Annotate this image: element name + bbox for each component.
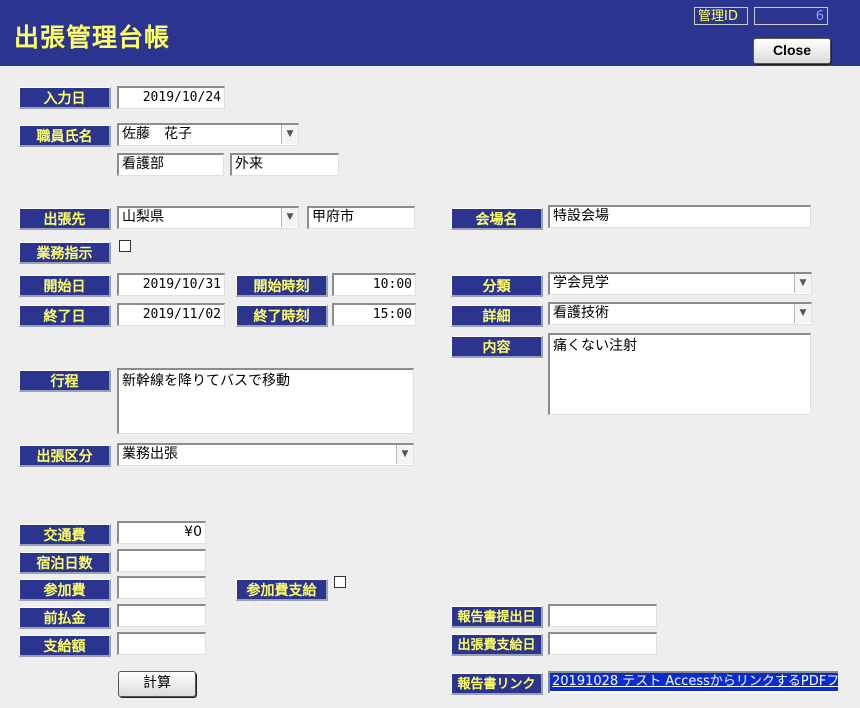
venue-field[interactable]: 特設会場 [548,205,811,228]
report-date-field[interactable] [548,604,657,627]
staff-name-label: 職員氏名 [19,125,111,147]
advance-field[interactable] [117,604,206,627]
nights-label: 宿泊日数 [19,552,111,574]
expense-date-label: 出張費支給日 [451,634,543,656]
end-date-field[interactable]: 2019/11/02 [117,303,225,326]
start-time-field[interactable]: 10:00 [332,273,416,296]
input-date-label: 入力日 [19,87,111,109]
page-title: 出張管理台帳 [14,23,171,52]
detail-label: 詳細 [451,305,543,327]
participation-fee-label: 参加費 [19,579,111,601]
report-link[interactable]: 20191028 テスト AccessからリンクするPDFフ [550,673,838,691]
start-date-field[interactable]: 2019/10/31 [117,273,225,296]
content-textarea[interactable]: 痛くない注射 [548,333,811,415]
transport-cost-field[interactable]: ¥0 [117,521,206,544]
management-id-field[interactable]: 6 [754,7,828,25]
end-time-field[interactable]: 15:00 [332,303,416,326]
work-order-checkbox[interactable] [119,240,131,252]
itinerary-label: 行程 [19,370,111,392]
advance-label: 前払金 [19,607,111,629]
destination-label: 出張先 [19,208,111,230]
fee-paid-label: 参加費支給 [236,579,328,601]
venue-label: 会場名 [451,208,543,230]
calculate-button[interactable]: 計算 [118,671,196,697]
staff-name-dropdown[interactable]: 佐藤 花子 ▼ [117,123,299,146]
chevron-down-icon[interactable]: ▼ [794,304,811,323]
report-link-label: 報告書リンク [451,673,543,695]
trip-type-label: 出張区分 [19,445,111,467]
prefecture-value: 山梨県 [122,209,164,225]
trip-type-value: 業務出張 [122,446,178,462]
prefecture-dropdown[interactable]: 山梨県 ▼ [117,206,299,229]
content-label: 内容 [451,336,543,358]
city-field[interactable]: 甲府市 [307,206,415,229]
nights-field[interactable] [117,549,206,572]
category-value: 学会見学 [553,275,609,291]
trip-type-dropdown[interactable]: 業務出張 ▼ [117,443,414,466]
detail-value: 看護技術 [553,305,609,321]
end-time-label: 終了時刻 [236,305,328,327]
chevron-down-icon[interactable]: ▼ [396,445,413,464]
management-id-label: 管理ID [694,7,748,25]
itinerary-textarea[interactable]: 新幹線を降りてバスで移動 [117,368,414,434]
participation-fee-field[interactable] [117,576,206,599]
chevron-down-icon[interactable]: ▼ [794,274,811,293]
section-field[interactable]: 外来 [230,153,339,176]
department-field[interactable]: 看護部 [117,153,224,176]
payment-field[interactable] [117,632,206,655]
payment-label: 支給額 [19,635,111,657]
chevron-down-icon[interactable]: ▼ [281,208,298,227]
input-date-field[interactable]: 2019/10/24 [117,86,225,109]
detail-dropdown[interactable]: 看護技術 ▼ [548,302,812,325]
transport-cost-label: 交通費 [19,524,111,546]
report-date-label: 報告書提出日 [451,606,543,628]
staff-name-value: 佐藤 花子 [122,126,192,142]
expense-date-field[interactable] [548,632,657,655]
report-link-field[interactable]: 20191028 テスト AccessからリンクするPDFフ [548,671,838,693]
category-dropdown[interactable]: 学会見学 ▼ [548,272,812,295]
start-date-label: 開始日 [19,275,111,297]
end-date-label: 終了日 [19,305,111,327]
work-order-label: 業務指示 [19,242,111,264]
category-label: 分類 [451,275,543,297]
start-time-label: 開始時刻 [236,275,328,297]
close-button[interactable]: Close [753,38,831,64]
header-bar: 出張管理台帳 管理ID 6 Close [0,0,860,66]
chevron-down-icon[interactable]: ▼ [281,125,298,144]
fee-paid-checkbox[interactable] [334,576,346,588]
